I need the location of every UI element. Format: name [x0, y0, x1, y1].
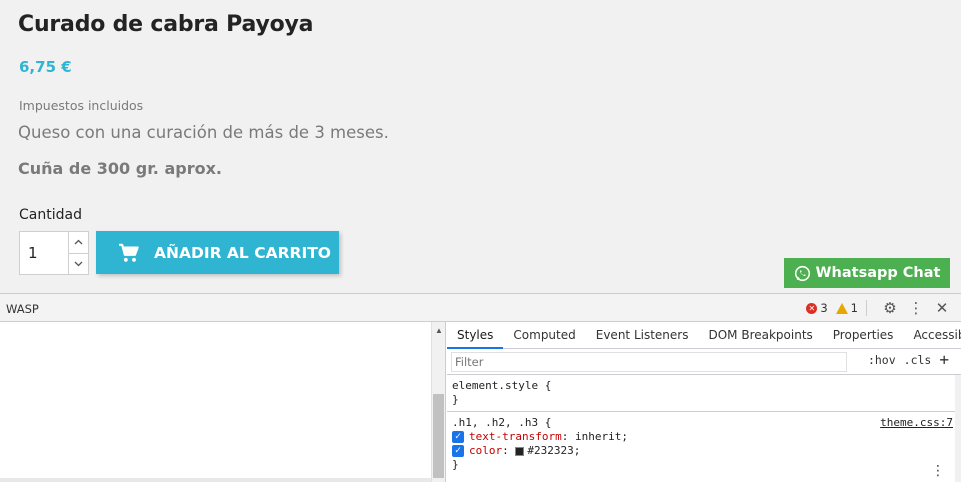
styles-tabs: Styles Computed Event Listeners DOM Brea…	[447, 322, 961, 349]
declaration-row: ✓ color: #232323;	[452, 444, 956, 458]
styles-filter-input[interactable]: Filter	[451, 351, 847, 372]
add-to-cart-label: AÑADIR AL CARRITO	[154, 243, 331, 262]
rule-close: }	[452, 393, 459, 406]
tab-styles[interactable]: Styles	[447, 322, 504, 349]
color-swatch-icon[interactable]	[515, 446, 525, 456]
whatsapp-chat-button[interactable]: Whatsapp Chat	[784, 258, 950, 288]
close-icon[interactable]: ✕	[931, 297, 953, 319]
settings-gear-icon[interactable]: ⚙	[879, 297, 901, 319]
tab-dom-breakpoints[interactable]: DOM Breakpoints	[698, 322, 822, 349]
declaration-row: ✓ text-transform: inherit;	[452, 430, 956, 444]
styles-pane: Styles Computed Event Listeners DOM Brea…	[447, 322, 961, 482]
colon-sep: :	[561, 430, 575, 443]
warning-icon[interactable]	[835, 302, 848, 314]
tab-computed[interactable]: Computed	[503, 322, 585, 349]
quantity-input[interactable]	[20, 232, 68, 274]
elements-pane: ▲	[0, 322, 446, 482]
devtools-status: ✕ 3 1 ⚙ ⋮ ✕	[806, 294, 953, 322]
product-section: Curado de cabra Payoya 6,75 € Impuestos …	[0, 0, 961, 293]
filter-row: Filter :hov .cls +	[447, 349, 961, 375]
elements-horizontal-scrollbar[interactable]	[0, 478, 431, 482]
elements-scrollbar[interactable]: ▲	[431, 322, 445, 482]
quantity-label: Cantidad	[19, 207, 82, 223]
checkbox-icon[interactable]: ✓	[452, 445, 464, 457]
declaration-property[interactable]: color	[469, 444, 502, 458]
colon-sep: :	[502, 444, 516, 457]
tab-properties[interactable]: Properties	[823, 322, 904, 349]
scrollbar-thumb[interactable]	[433, 394, 444, 478]
declaration-property[interactable]: text-transform	[469, 430, 562, 444]
devtools-panel: WASP ✕ 3 1 ⚙ ⋮ ✕ ▲ Styles Computed Event…	[0, 293, 961, 482]
product-title: Curado de cabra Payoya	[18, 12, 314, 37]
filter-options: :hov .cls +	[868, 352, 949, 368]
devtools-toolbar: WASP ✕ 3 1 ⚙ ⋮ ✕	[0, 294, 961, 322]
quantity-stepper	[19, 231, 89, 275]
warning-count[interactable]: 1	[851, 301, 858, 315]
element-style-rule: element.style { }	[447, 375, 961, 412]
new-rule-icon[interactable]: +	[939, 352, 949, 368]
scroll-up-icon[interactable]: ▲	[435, 326, 443, 335]
error-icon[interactable]: ✕	[806, 302, 818, 314]
shopping-cart-icon	[119, 243, 139, 262]
whatsapp-icon	[794, 265, 810, 281]
hov-toggle[interactable]: :hov	[868, 353, 896, 367]
theme-rule: .h1, .h2, .h3 { theme.css:7 ✓ text-trans…	[447, 412, 961, 476]
weight-note: Cuña de 300 gr. aprox.	[18, 159, 222, 178]
quantity-spin	[68, 232, 88, 274]
rule-selector[interactable]: element.style {	[452, 379, 956, 393]
toolbar-divider	[866, 300, 867, 316]
tab-accessibility[interactable]: Accessibility	[903, 322, 961, 349]
whatsapp-label: Whatsapp Chat	[815, 265, 941, 281]
rule-more-icon[interactable]: ⋮	[931, 463, 945, 479]
quantity-down-icon[interactable]	[69, 254, 88, 275]
tax-note: Impuestos incluidos	[19, 98, 144, 113]
rule-close: }	[452, 458, 459, 471]
quantity-up-icon[interactable]	[69, 232, 88, 254]
cls-toggle[interactable]: .cls	[904, 353, 932, 367]
devtools-dock-name: WASP	[6, 302, 39, 316]
add-to-cart-button[interactable]: AÑADIR AL CARRITO	[96, 231, 339, 274]
styles-scrollbar[interactable]	[955, 375, 961, 482]
tab-event-listeners[interactable]: Event Listeners	[586, 322, 699, 349]
declaration-value[interactable]: inherit;	[575, 430, 628, 444]
product-description: Queso con una curación de más de 3 meses…	[18, 123, 389, 142]
rule-source-link[interactable]: theme.css:7	[880, 416, 953, 430]
checkbox-icon[interactable]: ✓	[452, 431, 464, 443]
declaration-value[interactable]: #232323;	[527, 444, 580, 458]
product-price: 6,75 €	[19, 58, 72, 76]
error-count[interactable]: 3	[820, 301, 827, 315]
more-options-icon[interactable]: ⋮	[905, 297, 927, 319]
